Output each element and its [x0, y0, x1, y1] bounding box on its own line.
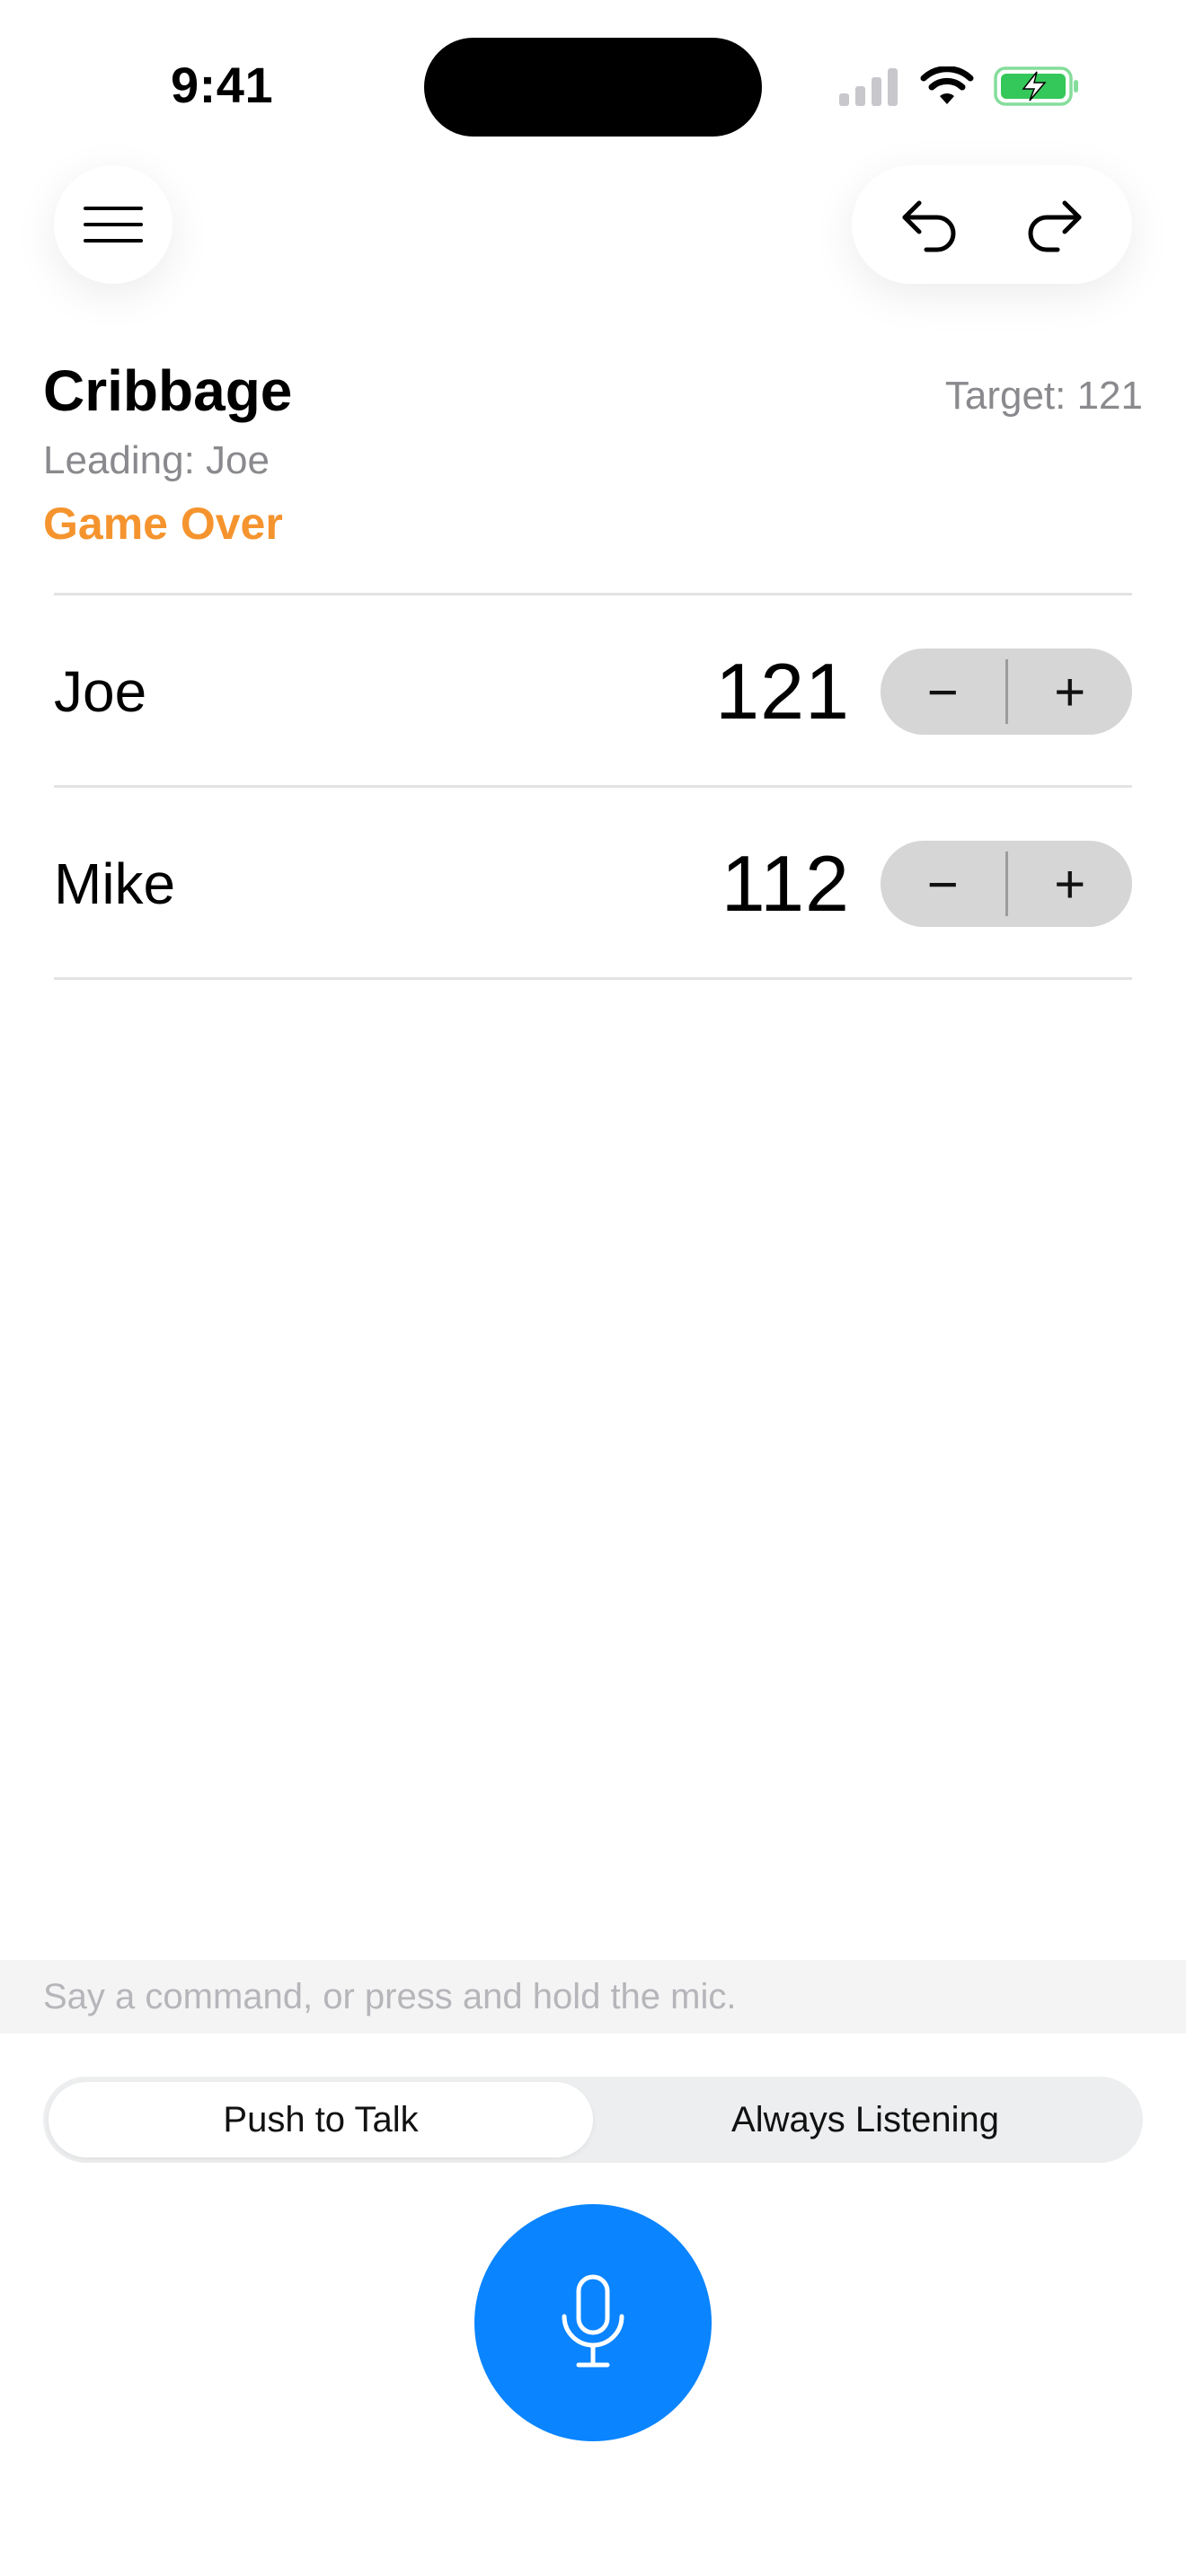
hamburger-menu-icon [84, 207, 143, 243]
divider [54, 977, 1132, 980]
segment-always-listening[interactable]: Always Listening [593, 2082, 1137, 2157]
score-stepper: − + [881, 841, 1132, 927]
redo-arrow-icon [1028, 200, 1082, 252]
game-title: Cribbage [43, 358, 293, 423]
voice-hint-bar: Say a command, or press and hold the mic… [0, 1960, 1186, 2033]
undo-button[interactable] [885, 180, 975, 269]
redo-button[interactable] [1009, 180, 1099, 269]
decrement-button[interactable]: − [881, 841, 1005, 927]
player-name[interactable]: Mike [54, 851, 721, 917]
target-score-label: Target: 121 [944, 374, 1143, 418]
voice-hint-text: Say a command, or press and hold the mic… [43, 1976, 737, 2016]
game-status-label: Game Over [43, 498, 283, 549]
increment-button[interactable]: + [1008, 841, 1133, 927]
divider [54, 593, 1132, 595]
status-icons [839, 65, 1080, 108]
decrement-button[interactable]: − [881, 648, 1005, 735]
divider [54, 785, 1132, 788]
player-score: 112 [721, 839, 850, 928]
player-score: 121 [715, 647, 850, 736]
menu-button[interactable] [54, 165, 173, 284]
wifi-icon [920, 66, 974, 104]
undo-redo-group [852, 165, 1132, 284]
battery-charging-icon [994, 66, 1078, 106]
microphone-icon [562, 2274, 624, 2368]
undo-arrow-icon [902, 200, 956, 252]
status-time: 9:41 [171, 57, 274, 113]
signal-icon [839, 68, 898, 106]
player-row: Mike 112 − + [54, 789, 1132, 979]
listening-mode-segmented-control: Push to Talk Always Listening [43, 2077, 1143, 2163]
leading-player-label: Leading: Joe [43, 438, 270, 482]
segment-push-to-talk[interactable]: Push to Talk [49, 2082, 593, 2157]
player-row: Joe 121 − + [54, 596, 1132, 787]
increment-button[interactable]: + [1008, 648, 1133, 735]
dynamic-island [424, 38, 762, 137]
score-stepper: − + [881, 648, 1132, 735]
microphone-button[interactable] [474, 2204, 712, 2441]
player-name[interactable]: Joe [54, 658, 715, 725]
